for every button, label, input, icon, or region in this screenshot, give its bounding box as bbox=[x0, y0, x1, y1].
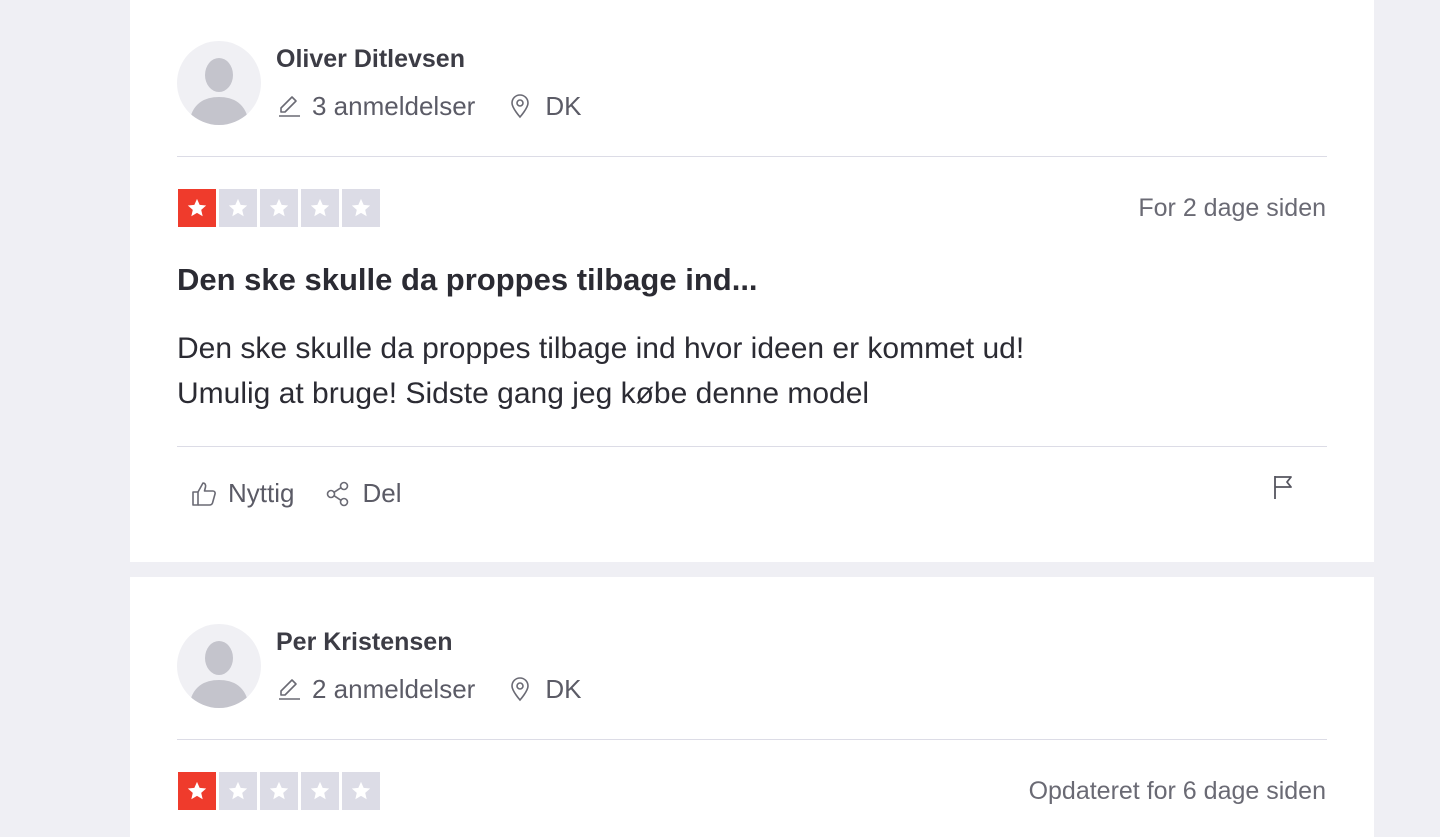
star-rating bbox=[178, 189, 380, 227]
review-date: Opdateret for 6 dage siden bbox=[1028, 777, 1326, 805]
star-icon bbox=[260, 189, 298, 227]
divider bbox=[177, 156, 1327, 157]
review-title[interactable]: Den ske skulle da proppes tilbage ind... bbox=[177, 262, 758, 298]
thumbs-up-icon bbox=[192, 481, 216, 506]
review-actions: Nyttig Del bbox=[190, 478, 401, 509]
review-body: Den ske skulle da proppes tilbage ind hv… bbox=[177, 326, 1024, 416]
review-date: For 2 dage siden bbox=[1138, 194, 1326, 222]
star-icon bbox=[260, 772, 298, 810]
review-body-line: Umulig at bruge! Sidste gang jeg købe de… bbox=[177, 377, 870, 410]
star-icon bbox=[219, 772, 257, 810]
review-card: Oliver Ditlevsen 3 anmeldelser DK For 2 … bbox=[130, 0, 1374, 562]
divider bbox=[177, 739, 1327, 740]
pencil-icon bbox=[279, 679, 300, 700]
avatar[interactable] bbox=[177, 41, 261, 125]
location-pin-icon bbox=[511, 677, 530, 702]
share-button[interactable]: Del bbox=[324, 478, 401, 509]
useful-label: Nyttig bbox=[228, 478, 295, 508]
review-body-line: Den ske skulle da proppes tilbage ind hv… bbox=[177, 332, 1025, 365]
user-silhouette-icon bbox=[189, 58, 249, 125]
review-card: Per Kristensen 2 anmeldelser DK Opdatere… bbox=[130, 577, 1374, 837]
star-icon bbox=[342, 189, 380, 227]
star-icon bbox=[219, 189, 257, 227]
reviewer-name[interactable]: Oliver Ditlevsen bbox=[276, 45, 465, 74]
location-pin-icon bbox=[511, 94, 530, 119]
reviewer-name[interactable]: Per Kristensen bbox=[276, 628, 452, 657]
reviewer-meta: 2 anmeldelser DK bbox=[276, 673, 581, 705]
divider bbox=[177, 446, 1327, 447]
useful-button[interactable]: Nyttig bbox=[190, 478, 294, 509]
star-icon bbox=[342, 772, 380, 810]
review-count: 2 anmeldelser bbox=[312, 673, 476, 704]
star-icon bbox=[178, 189, 216, 227]
star-icon bbox=[301, 189, 339, 227]
reviewer-meta: 3 anmeldelser DK bbox=[276, 90, 581, 122]
country-code: DK bbox=[545, 673, 582, 704]
avatar[interactable] bbox=[177, 624, 261, 708]
flag-icon[interactable] bbox=[1268, 472, 1298, 502]
star-rating bbox=[178, 772, 380, 810]
share-icon bbox=[327, 481, 349, 506]
share-label: Del bbox=[362, 478, 402, 508]
country-code: DK bbox=[545, 90, 582, 121]
star-icon bbox=[301, 772, 339, 810]
user-silhouette-icon bbox=[189, 641, 249, 708]
pencil-icon bbox=[279, 96, 300, 117]
review-count: 3 anmeldelser bbox=[312, 90, 476, 121]
star-icon bbox=[178, 772, 216, 810]
